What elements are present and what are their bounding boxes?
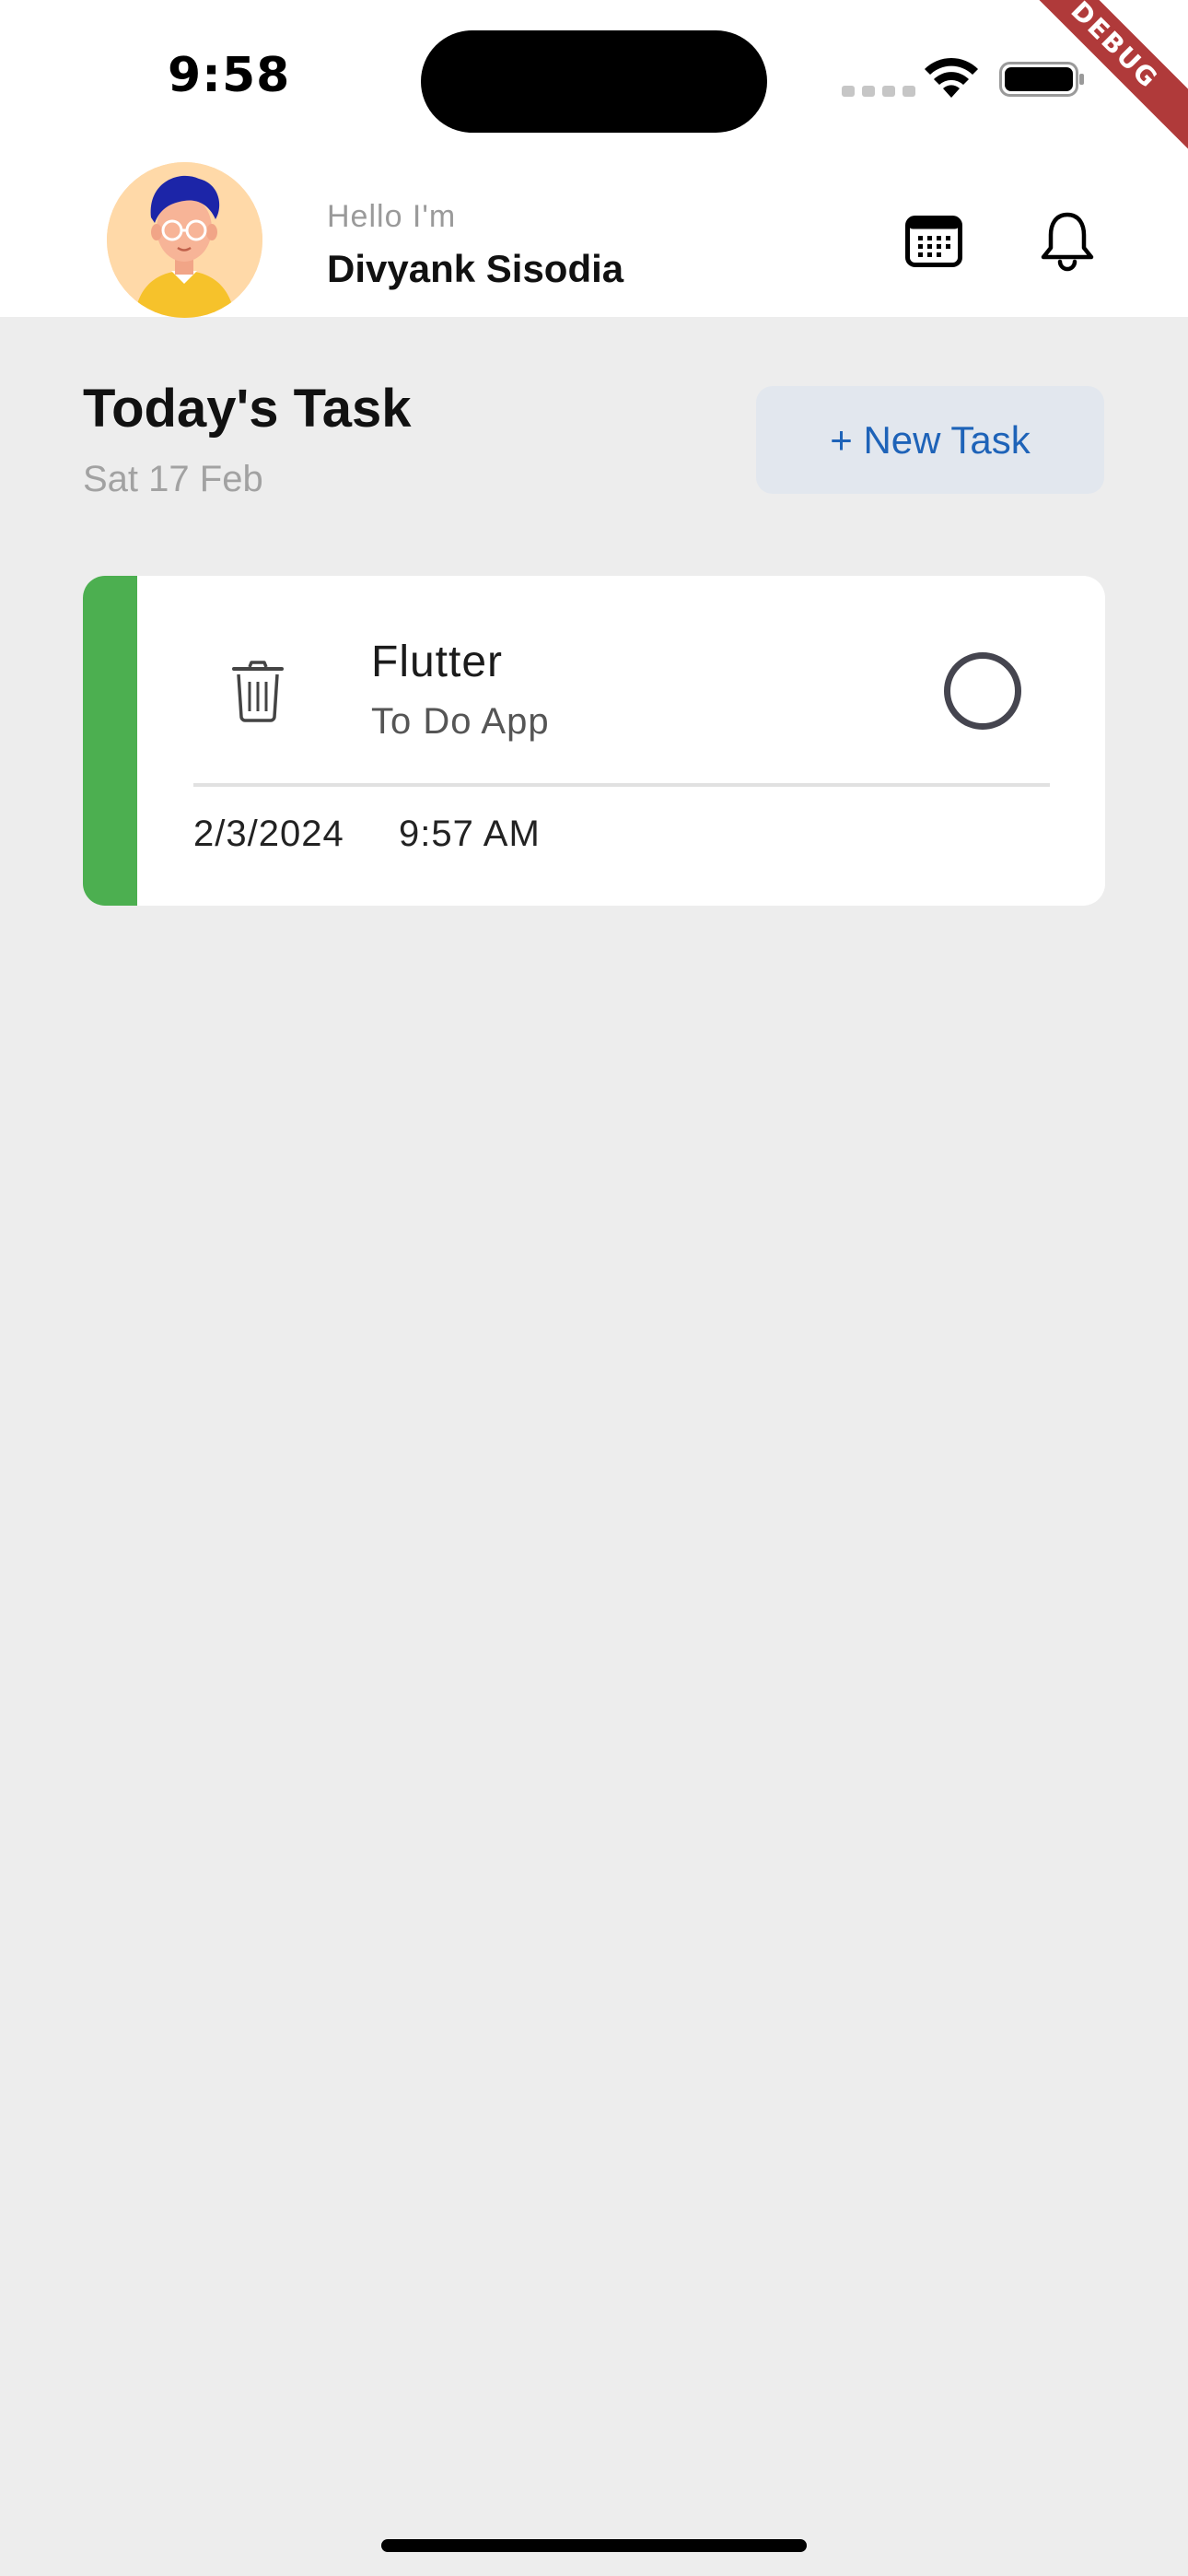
task-card[interactable]: Flutter To Do App 2/3/2024 9:57 AM — [83, 576, 1105, 906]
home-indicator[interactable] — [381, 2539, 807, 2552]
avatar[interactable] — [107, 162, 262, 318]
status-time: 9:58 — [168, 48, 291, 103]
bell-icon — [1041, 212, 1094, 272]
notification-button[interactable] — [1026, 200, 1109, 283]
wifi-icon — [925, 57, 978, 98]
calendar-icon — [905, 216, 962, 267]
battery-icon — [999, 62, 1084, 97]
delete-task-button[interactable] — [221, 654, 295, 728]
page-date: Sat 17 Feb — [83, 459, 263, 499]
greeting-text: Hello I'm — [327, 199, 457, 234]
page-title: Today's Task — [83, 379, 412, 439]
user-avatar-icon — [107, 162, 262, 318]
user-name: Divyank Sisodia — [327, 247, 624, 290]
task-color-stripe — [83, 576, 137, 906]
task-divider — [193, 783, 1050, 787]
app-screen: 9:58 DEBUG Hello I'm Divyank Sisodia Tod… — [0, 0, 1188, 2576]
task-title: Flutter — [371, 638, 504, 686]
cellular-signal-icon — [842, 86, 915, 97]
task-date: 2/3/2024 — [193, 814, 344, 854]
task-time: 9:57 AM — [399, 814, 541, 854]
dynamic-island — [421, 30, 767, 133]
calendar-button[interactable] — [892, 200, 975, 283]
task-subtitle: To Do App — [371, 701, 550, 742]
new-task-button[interactable]: + New Task — [756, 386, 1104, 494]
top-area: 9:58 DEBUG Hello I'm Divyank Sisodia — [0, 0, 1188, 318]
trash-icon — [232, 661, 284, 722]
task-complete-toggle[interactable] — [944, 652, 1021, 730]
